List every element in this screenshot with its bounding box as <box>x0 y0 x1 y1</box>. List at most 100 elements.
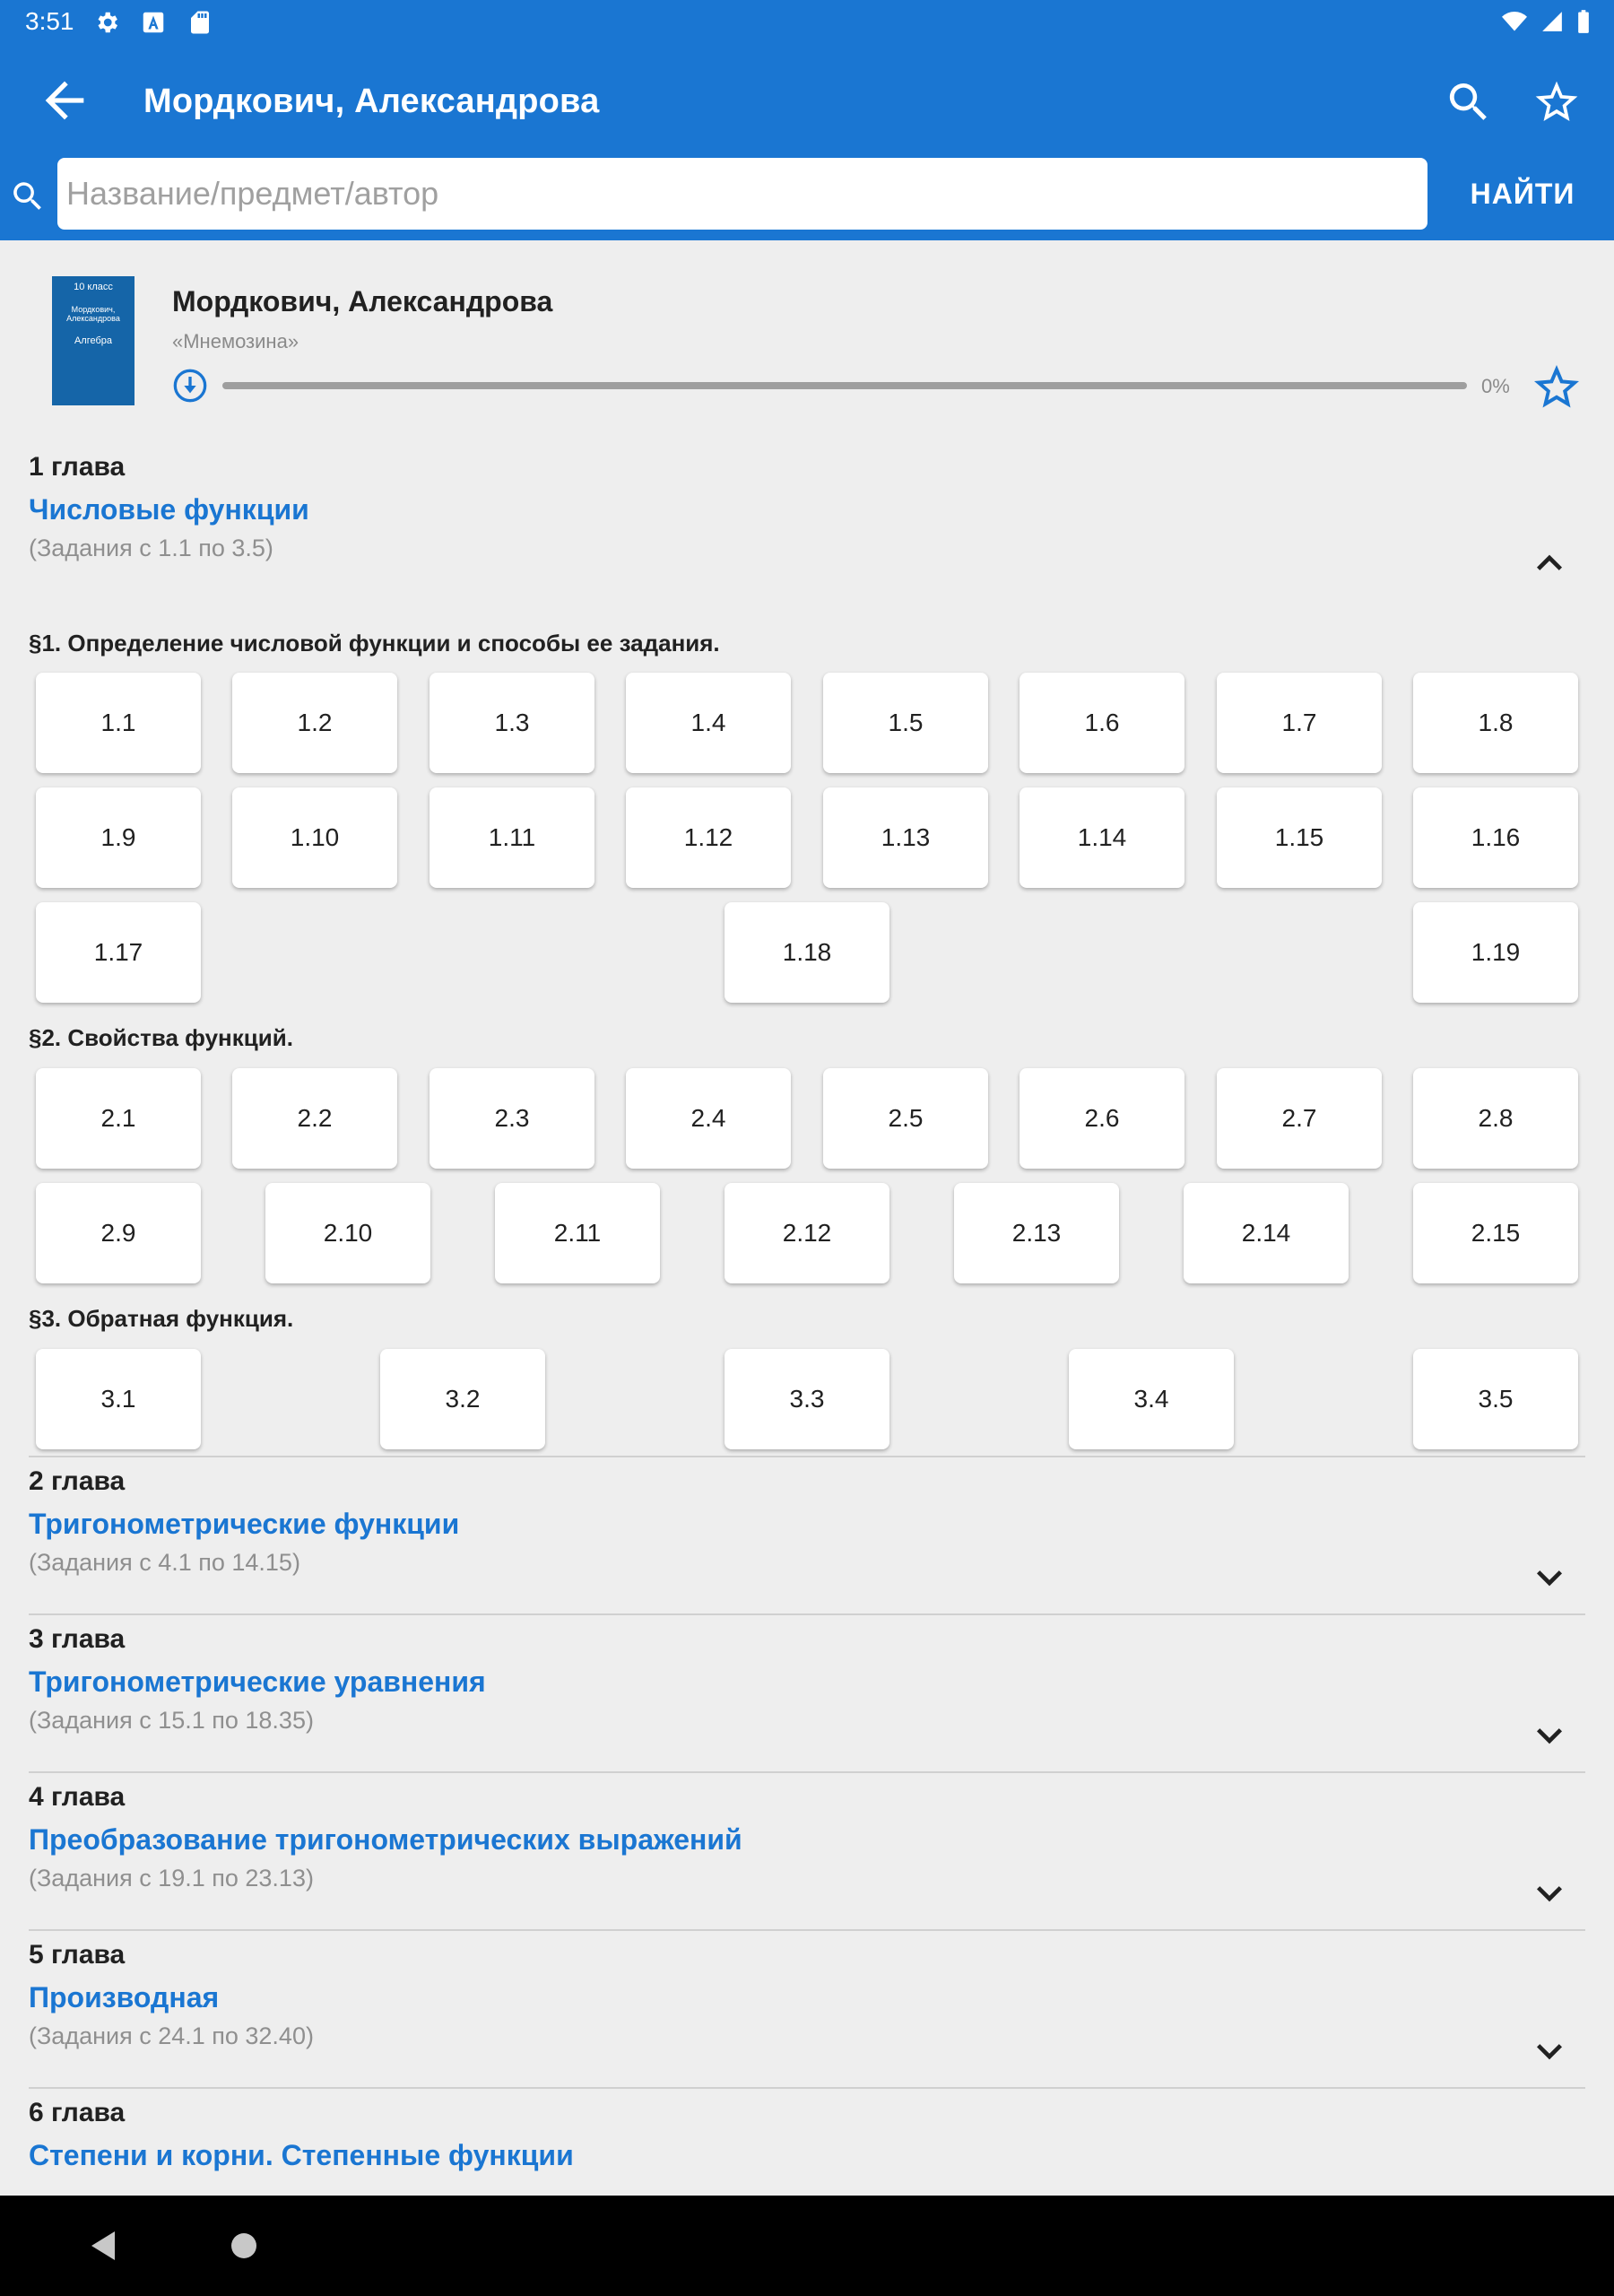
chapter-title[interactable]: Тригонометрические уравнения <box>29 1665 486 1699</box>
task-button[interactable]: 2.11 <box>495 1183 660 1283</box>
task-button[interactable]: 3.5 <box>1413 1349 1578 1449</box>
task-button[interactable]: 1.16 <box>1413 787 1578 888</box>
book-publisher: «Мнемозина» <box>172 330 299 352</box>
task-button[interactable]: 3.3 <box>725 1349 889 1449</box>
chapter-range: (Задания с 4.1 по 14.15) <box>29 1549 300 1576</box>
chapter-number: 1 глава <box>29 452 126 482</box>
wifi-icon <box>1502 11 1527 31</box>
download-progress-label: 0% <box>1481 375 1510 397</box>
task-button[interactable]: 1.6 <box>1020 673 1184 773</box>
task-button[interactable]: 1.15 <box>1217 787 1382 888</box>
cover-grade: 10 класс <box>74 282 113 292</box>
back-arrow-icon[interactable] <box>36 72 93 129</box>
divider <box>29 2087 1585 2089</box>
section-title: §3. Обратная функция. <box>29 1305 294 1332</box>
signal-icon <box>1542 12 1562 31</box>
task-button[interactable]: 1.2 <box>232 673 397 773</box>
divider <box>29 1771 1585 1773</box>
task-button[interactable]: 2.12 <box>725 1183 889 1283</box>
chapter-range: (Задания с 24.1 по 32.40) <box>29 2022 314 2049</box>
task-button[interactable]: 2.13 <box>954 1183 1119 1283</box>
chapter-number: 3 глава <box>29 1624 126 1654</box>
status-bar: 3:51 <box>0 0 1614 45</box>
search-button[interactable]: НАЙТИ <box>1442 158 1603 230</box>
task-button[interactable]: 2.7 <box>1217 1068 1382 1169</box>
task-button[interactable]: 2.3 <box>430 1068 594 1169</box>
search-bar: НАЙТИ <box>0 154 1614 240</box>
chapter-range: (Задания с 19.1 по 23.13) <box>29 1865 314 1892</box>
task-button[interactable]: 1.4 <box>626 673 791 773</box>
task-button[interactable]: 1.10 <box>232 787 397 888</box>
divider <box>29 1613 1585 1615</box>
search-input[interactable] <box>57 158 1427 230</box>
download-icon[interactable] <box>172 368 208 404</box>
task-button[interactable]: 1.8 <box>1413 673 1578 773</box>
task-button[interactable]: 1.3 <box>430 673 594 773</box>
chapter-range: (Задания с 1.1 по 3.5) <box>29 535 273 561</box>
chapter-number: 2 глава <box>29 1466 126 1496</box>
nav-home-icon[interactable] <box>231 2233 256 2258</box>
chapter-number: 4 глава <box>29 1782 126 1812</box>
chevron-down-icon[interactable] <box>1524 1868 1575 1918</box>
task-button[interactable]: 2.1 <box>36 1068 201 1169</box>
chevron-down-icon[interactable] <box>1524 1552 1575 1603</box>
chapter-title[interactable]: Степени и корни. Степенные функции <box>29 2139 574 2172</box>
cover-subject: Алгебра <box>74 335 113 346</box>
task-button[interactable]: 1.17 <box>36 902 201 1003</box>
chevron-down-icon[interactable] <box>1524 2026 1575 2076</box>
task-button[interactable]: 3.4 <box>1069 1349 1234 1449</box>
text-a-icon <box>143 12 164 33</box>
app-bar: Мордкович, Александрова <box>0 45 1614 160</box>
star-outline-icon[interactable] <box>1532 77 1582 127</box>
star-outline-icon[interactable] <box>1530 361 1584 414</box>
section-title: §1. Определение числовой функции и спосо… <box>29 630 720 657</box>
chapter-title[interactable]: Преобразование тригонометрических выраже… <box>29 1823 742 1857</box>
sd-card-icon <box>191 11 209 34</box>
task-button[interactable]: 2.2 <box>232 1068 397 1169</box>
chapter-number: 5 глава <box>29 1940 126 1970</box>
task-button[interactable]: 1.12 <box>626 787 791 888</box>
book-title: Мордкович, Александрова <box>172 285 553 317</box>
task-button[interactable]: 2.9 <box>36 1183 201 1283</box>
task-button[interactable]: 1.19 <box>1413 902 1578 1003</box>
navigation-bar <box>0 2196 1614 2296</box>
chapter-title[interactable]: Тригонометрические функции <box>29 1508 459 1541</box>
task-button[interactable]: 1.11 <box>430 787 594 888</box>
task-button[interactable]: 2.6 <box>1020 1068 1184 1169</box>
chapter-range: (Задания с 15.1 по 18.35) <box>29 1707 314 1734</box>
cover-authors: Мордкович, Александрова <box>66 305 120 323</box>
chapter-title[interactable]: Производная <box>29 1981 219 2014</box>
nav-back-icon[interactable] <box>82 2224 126 2267</box>
task-button[interactable]: 1.1 <box>36 673 201 773</box>
task-button[interactable]: 1.18 <box>725 902 889 1003</box>
book-cover[interactable]: 10 класс Мордкович, Александрова Алгебра <box>52 276 134 405</box>
chevron-up-icon[interactable] <box>1524 538 1575 588</box>
task-button[interactable]: 2.4 <box>626 1068 791 1169</box>
chapter-number: 6 глава <box>29 2098 126 2127</box>
task-button[interactable]: 1.5 <box>823 673 988 773</box>
status-time: 3:51 <box>25 7 74 35</box>
task-button[interactable]: 3.2 <box>380 1349 545 1449</box>
settings-icon <box>98 12 117 33</box>
search-icon <box>13 182 41 210</box>
task-button[interactable]: 2.15 <box>1413 1183 1578 1283</box>
task-button[interactable]: 1.13 <box>823 787 988 888</box>
search-icon[interactable] <box>1444 77 1494 127</box>
section-title: §2. Свойства функций. <box>29 1024 293 1051</box>
chapter-title[interactable]: Числовые функции <box>29 493 309 526</box>
chevron-down-icon[interactable] <box>1524 1710 1575 1761</box>
task-button[interactable]: 1.14 <box>1020 787 1184 888</box>
book-header: 10 класс Мордкович, Александрова Алгебра… <box>0 240 1614 438</box>
page-title: Мордкович, Александрова <box>143 83 600 120</box>
task-button[interactable]: 2.5 <box>823 1068 988 1169</box>
battery-icon <box>1578 10 1589 33</box>
divider <box>29 1456 1585 1457</box>
task-button[interactable]: 1.9 <box>36 787 201 888</box>
download-progress-bar <box>222 382 1467 389</box>
task-button[interactable]: 2.8 <box>1413 1068 1578 1169</box>
divider <box>29 1929 1585 1931</box>
task-button[interactable]: 3.1 <box>36 1349 201 1449</box>
task-button[interactable]: 2.10 <box>265 1183 430 1283</box>
task-button[interactable]: 1.7 <box>1217 673 1382 773</box>
task-button[interactable]: 2.14 <box>1184 1183 1349 1283</box>
